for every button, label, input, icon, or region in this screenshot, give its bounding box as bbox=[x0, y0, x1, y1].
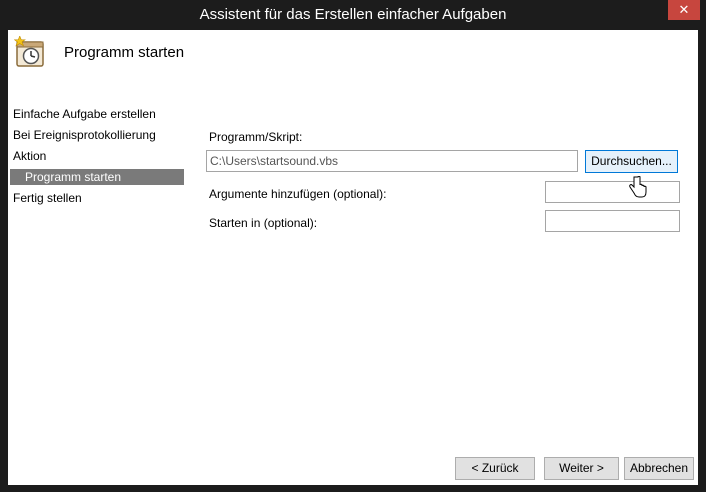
title-bar[interactable]: Assistent für das Erstellen einfacher Au… bbox=[0, 0, 706, 30]
wizard-header: Programm starten bbox=[8, 30, 698, 86]
wizard-client-area: Programm starten Einfache Aufgabe erstel… bbox=[8, 30, 698, 485]
start-in-label: Starten in (optional): bbox=[209, 216, 318, 230]
back-button[interactable]: < Zurück bbox=[455, 457, 535, 480]
nav-step-start-program[interactable]: Programm starten bbox=[10, 169, 184, 185]
window-title: Assistent für das Erstellen einfacher Au… bbox=[199, 6, 507, 23]
start-in-input[interactable] bbox=[545, 210, 680, 232]
task-clock-icon bbox=[14, 36, 44, 67]
nav-step-create-task[interactable]: Einfache Aufgabe erstellen bbox=[13, 106, 156, 122]
nav-step-action[interactable]: Aktion bbox=[13, 148, 46, 164]
nav-step-trigger[interactable]: Bei Ereignisprotokollierung bbox=[13, 127, 156, 143]
cancel-button[interactable]: Abbrechen bbox=[624, 457, 694, 480]
hand-cursor-icon bbox=[629, 176, 647, 198]
program-script-label: Programm/Skript: bbox=[209, 130, 303, 144]
wizard-window: Assistent für das Erstellen einfacher Au… bbox=[0, 0, 706, 492]
next-button[interactable]: Weiter > bbox=[544, 457, 619, 480]
browse-button[interactable]: Durchsuchen... bbox=[585, 150, 678, 173]
close-button[interactable]: ✕ bbox=[668, 0, 700, 20]
page-title: Programm starten bbox=[64, 44, 185, 61]
arguments-label: Argumente hinzufügen (optional): bbox=[209, 187, 387, 201]
arguments-input[interactable] bbox=[545, 181, 680, 203]
nav-step-finish[interactable]: Fertig stellen bbox=[13, 190, 82, 206]
program-script-input[interactable]: C:\Users\startsound.vbs bbox=[206, 150, 578, 172]
